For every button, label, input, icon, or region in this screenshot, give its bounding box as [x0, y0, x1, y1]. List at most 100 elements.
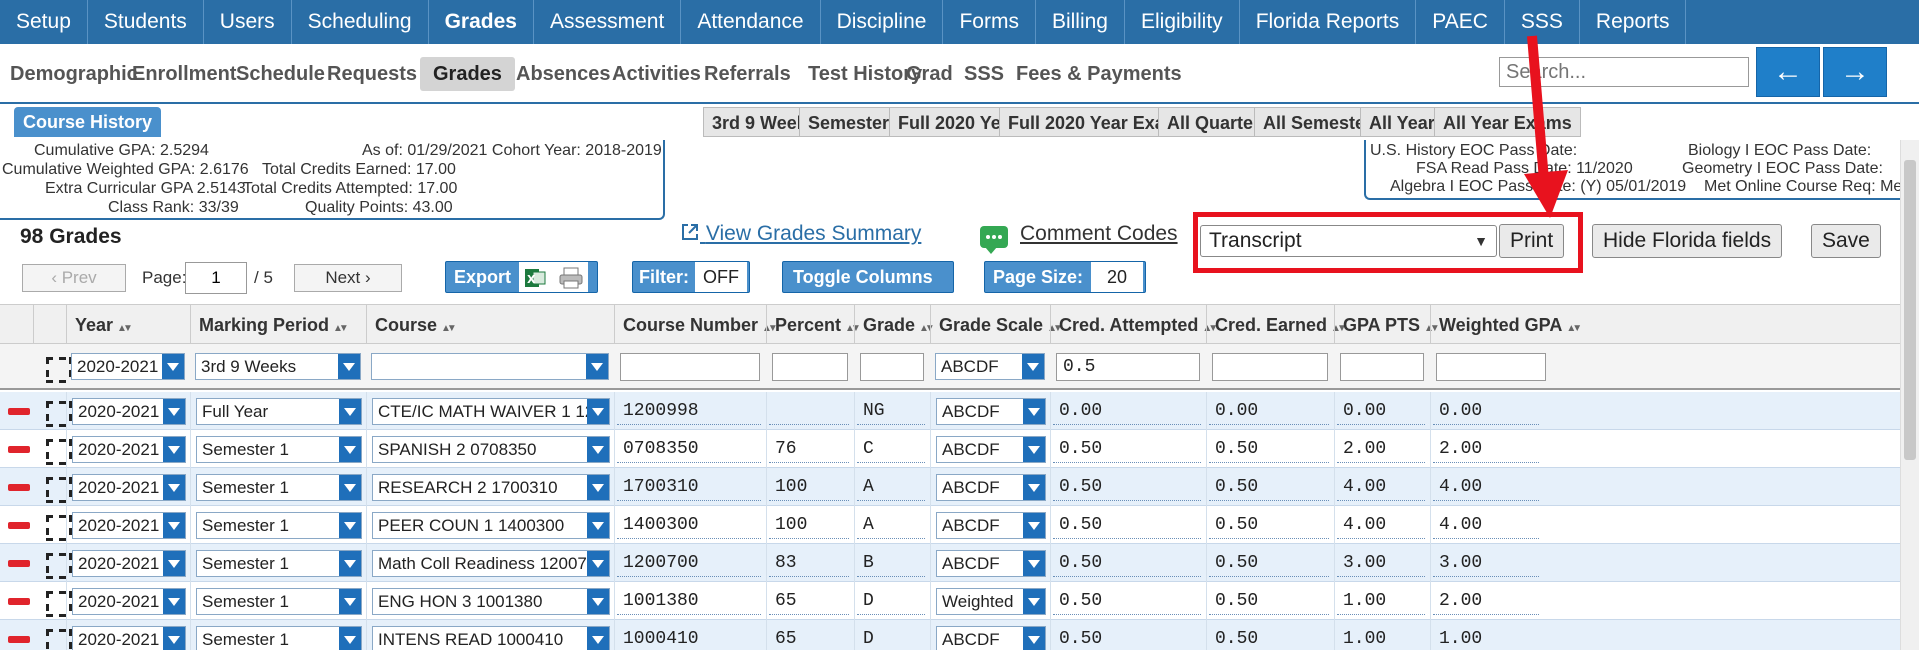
delete-row-icon[interactable]	[8, 560, 30, 567]
topnav-item-florida-reports[interactable]: Florida Reports	[1240, 0, 1417, 44]
topnav-item-assessment[interactable]: Assessment	[534, 0, 682, 44]
filter-toggle[interactable]: Filter: OFF	[632, 261, 750, 293]
earned-value[interactable]: 0.00	[1209, 398, 1329, 425]
weighted-value[interactable]: 2.00	[1433, 588, 1539, 615]
chevron-down-icon[interactable]	[1023, 513, 1045, 538]
chevron-down-icon[interactable]	[339, 551, 361, 576]
course-select[interactable]: CTE/IC MATH WAIVER 1 12...	[372, 398, 610, 425]
chevron-down-icon[interactable]	[1023, 589, 1045, 614]
chevron-down-icon[interactable]	[587, 589, 609, 614]
percent-value[interactable]: 83	[769, 550, 849, 577]
topnav-item-sss[interactable]: SSS	[1505, 0, 1580, 44]
delete-row-icon[interactable]	[8, 484, 30, 491]
column-header-cred-earned[interactable]: Cred. Earned ▲▼	[1206, 305, 1347, 345]
subnav-item-referrals[interactable]: Referrals	[704, 57, 791, 91]
expand-icon[interactable]	[46, 629, 66, 649]
year-select[interactable]: 2020-2021	[72, 626, 186, 650]
filter-cred-earned-input[interactable]	[1212, 353, 1328, 381]
period-select[interactable]: Semester 1	[196, 550, 362, 577]
subnav-item-enrollment[interactable]: Enrollment	[132, 57, 236, 91]
delete-row-icon[interactable]	[8, 446, 30, 453]
page-size-control[interactable]: Page Size: 20	[984, 261, 1146, 293]
course-select[interactable]: SPANISH 2 0708350	[372, 436, 610, 463]
column-header-course[interactable]: Course ▲▼	[366, 305, 614, 345]
sort-icon[interactable]: ▲▼	[441, 323, 457, 334]
delete-row-icon[interactable]	[8, 408, 30, 415]
chevron-down-icon[interactable]	[163, 589, 185, 614]
attempted-value[interactable]: 0.50	[1053, 588, 1201, 615]
chevron-down-icon[interactable]	[1023, 437, 1045, 462]
weighted-value[interactable]: 2.00	[1433, 436, 1539, 463]
earned-value[interactable]: 0.50	[1209, 474, 1329, 501]
chevron-down-icon[interactable]	[339, 437, 361, 462]
weighted-value[interactable]: 3.00	[1433, 550, 1539, 577]
scale-select[interactable]: ABCDF	[936, 474, 1046, 501]
export-button[interactable]: Export X	[445, 261, 598, 293]
gpa-value[interactable]: 2.00	[1337, 436, 1425, 463]
filter-grade-input[interactable]	[860, 353, 924, 381]
subnav-item-requests[interactable]: Requests	[327, 57, 417, 91]
column-header-weighted-gpa[interactable]: Weighted GPA ▲▼	[1430, 305, 1900, 345]
delete-row-icon[interactable]	[8, 598, 30, 605]
grade-value[interactable]: D	[857, 626, 925, 650]
chevron-down-icon[interactable]	[1022, 354, 1044, 379]
expand-icon[interactable]	[46, 553, 66, 573]
percent-value[interactable]: 76	[769, 436, 849, 463]
grade-value[interactable]: C	[857, 436, 925, 463]
subnav-item-grad[interactable]: Grad	[906, 57, 953, 91]
topnav-item-paec[interactable]: PAEC	[1416, 0, 1505, 44]
expand-icon[interactable]	[46, 591, 66, 611]
percent-value[interactable]	[769, 398, 849, 425]
topnav-item-students[interactable]: Students	[88, 0, 204, 44]
chevron-down-icon[interactable]	[1023, 475, 1045, 500]
period-select[interactable]: Semester 1	[196, 474, 362, 501]
percent-value[interactable]: 100	[769, 474, 849, 501]
topnav-item-forms[interactable]: Forms	[943, 0, 1036, 44]
grade-value[interactable]: B	[857, 550, 925, 577]
topnav-item-setup[interactable]: Setup	[0, 0, 88, 44]
tab-course-history[interactable]: Course History	[14, 107, 162, 137]
chevron-down-icon[interactable]	[163, 475, 185, 500]
period-select[interactable]: Semester 1	[196, 588, 362, 615]
earned-value[interactable]: 0.50	[1209, 588, 1329, 615]
chevron-down-icon[interactable]	[339, 513, 361, 538]
column-header-grade[interactable]: Grade ▲▼	[854, 305, 935, 345]
column-header-grade-scale[interactable]: Grade Scale ▲▼	[930, 305, 1063, 345]
chevron-down-icon[interactable]	[587, 475, 609, 500]
number-value[interactable]: 0708350	[617, 436, 761, 463]
attempted-value[interactable]: 0.00	[1053, 398, 1201, 425]
chevron-down-icon[interactable]	[163, 513, 185, 538]
chevron-down-icon[interactable]	[587, 399, 609, 424]
topnav-item-scheduling[interactable]: Scheduling	[292, 0, 429, 44]
expand-icon[interactable]	[46, 515, 66, 535]
subnav-item-grades[interactable]: Grades	[420, 57, 515, 91]
period-select[interactable]: Semester 1	[196, 436, 362, 463]
gpa-value[interactable]: 1.00	[1337, 626, 1425, 650]
column-header-gpa-pts[interactable]: GPA PTS ▲▼	[1334, 305, 1440, 345]
expand-icon[interactable]	[46, 439, 66, 459]
number-value[interactable]: 1200700	[617, 550, 761, 577]
filter-year-select[interactable]: 2020-2021	[71, 353, 185, 380]
chevron-down-icon[interactable]	[339, 475, 361, 500]
weighted-value[interactable]: 4.00	[1433, 512, 1539, 539]
percent-value[interactable]: 65	[769, 588, 849, 615]
column-header-course-number[interactable]: Course Number ▲▼	[614, 305, 778, 345]
period-select[interactable]: Semester 1	[196, 626, 362, 650]
topnav-item-attendance[interactable]: Attendance	[681, 0, 821, 44]
number-value[interactable]: 1700310	[617, 474, 761, 501]
filter-cred-attempted-input[interactable]: 0.5	[1056, 353, 1200, 381]
period-select[interactable]: Full Year	[196, 398, 362, 425]
chevron-down-icon[interactable]	[339, 627, 361, 650]
chevron-down-icon[interactable]	[587, 551, 609, 576]
course-select[interactable]: ENG HON 3 1001380	[372, 588, 610, 615]
chevron-down-icon[interactable]	[163, 399, 185, 424]
course-select[interactable]: RESEARCH 2 1700310	[372, 474, 610, 501]
number-value[interactable]: 1400300	[617, 512, 761, 539]
attempted-value[interactable]: 0.50	[1053, 474, 1201, 501]
topnav-item-discipline[interactable]: Discipline	[821, 0, 944, 44]
prev-page-button[interactable]: ‹ Prev	[22, 264, 126, 292]
chevron-down-icon[interactable]	[587, 437, 609, 462]
grade-value[interactable]: A	[857, 512, 925, 539]
subnav-item-fees-payments[interactable]: Fees & Payments	[1016, 57, 1182, 91]
filter-grade-scale-select[interactable]: ABCDF	[935, 353, 1045, 380]
